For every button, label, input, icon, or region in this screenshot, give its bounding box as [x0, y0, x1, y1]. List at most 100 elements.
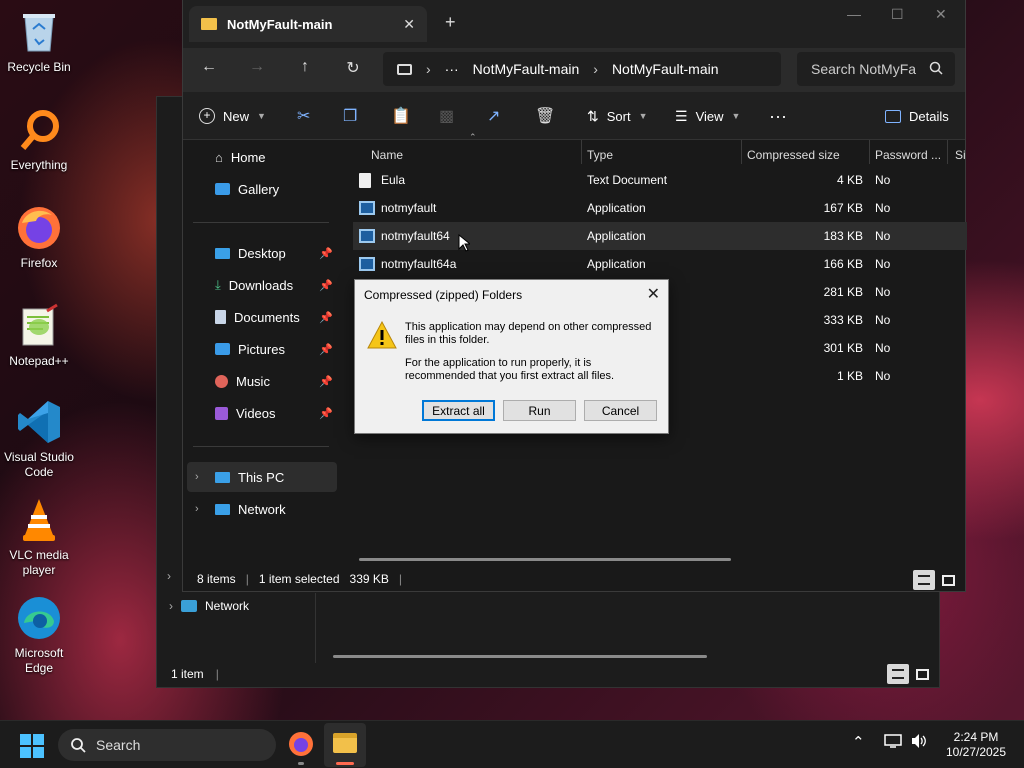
view-icon: ☰ [675, 107, 688, 124]
extract-all-button[interactable]: Extract all [422, 400, 495, 421]
title-bar: NotMyFault-main ✕ + — ☐ ✕ [183, 0, 965, 48]
close-icon[interactable]: ✕ [647, 284, 660, 304]
system-clock[interactable]: 2:24 PM 10/27/2025 [936, 730, 1016, 760]
refresh-button[interactable]: ↻ [339, 58, 367, 78]
desktop-icon-label: Firefox [20, 256, 58, 270]
sidebar-item-home[interactable]: ⌂ Home [195, 142, 337, 172]
taskbar-firefox[interactable] [288, 731, 314, 765]
delete-button[interactable]: 🗑 [535, 92, 555, 140]
tab-notmyfault[interactable]: NotMyFault-main ✕ [189, 6, 427, 42]
close-window-button[interactable]: ✕ [935, 6, 947, 23]
back-horizontal-scrollbar[interactable] [333, 655, 707, 658]
mouse-cursor-icon [458, 233, 472, 255]
firefox-icon [289, 732, 313, 756]
pin-icon: 📌 [319, 279, 333, 292]
start-button[interactable] [20, 734, 44, 761]
search-icon [71, 738, 86, 753]
pin-icon: 📌 [319, 343, 333, 356]
file-password: No [875, 341, 891, 355]
column-divider[interactable] [581, 140, 582, 164]
file-type: Application [587, 257, 646, 271]
share-button[interactable]: ↗ [487, 92, 500, 140]
status-selected: 1 item selected [258, 572, 340, 586]
sidebar-item-downloads[interactable]: ⤓ Downloads 📌 [195, 270, 337, 300]
table-row[interactable]: notmyfault64 Application 183 KB No [353, 222, 967, 250]
copy-button[interactable]: ❐ [343, 92, 357, 140]
network-icon [215, 503, 230, 515]
chevron-down-icon: ▼ [257, 111, 266, 121]
run-button[interactable]: Run [503, 400, 576, 421]
file-name: notmyfault64a [381, 257, 457, 271]
taskbar-file-explorer[interactable] [324, 723, 366, 767]
column-divider[interactable] [869, 140, 870, 164]
sidebar-item-this-pc[interactable]: › This PC [187, 462, 337, 492]
application-icon [359, 201, 375, 215]
desktop-icon-edge[interactable]: Microsoft Edge [4, 594, 74, 676]
details-view-icon[interactable] [913, 570, 935, 590]
network-icon [181, 600, 197, 612]
rename-button[interactable]: ▩ [439, 92, 454, 140]
view-button[interactable]: ☰ View ▼ [675, 92, 740, 140]
table-row[interactable]: notmyfault64a Application 166 KB No [353, 250, 967, 278]
table-row[interactable]: Eula Text Document 4 KB No [353, 166, 967, 194]
desktop-icon-everything[interactable]: Everything [4, 106, 74, 173]
desktop-icon-recycle-bin[interactable]: Recycle Bin [4, 8, 74, 75]
close-tab-icon[interactable]: ✕ [403, 16, 415, 33]
paste-icon: 📋 [391, 108, 411, 125]
details-view-icon[interactable] [887, 664, 909, 684]
back-nav-expand[interactable]: › [167, 569, 171, 583]
application-icon [359, 229, 375, 243]
tiles-view-icon[interactable] [937, 570, 959, 590]
table-row[interactable]: notmyfault Application 167 KB No [353, 194, 967, 222]
cut-button[interactable]: ✂ [297, 92, 310, 140]
sidebar-item-documents[interactable]: Documents 📌 [195, 302, 337, 332]
horizontal-scrollbar[interactable] [359, 558, 731, 561]
paste-button[interactable]: 📋 [391, 92, 411, 140]
more-options-button[interactable]: ··· [769, 92, 787, 140]
sidebar-item-desktop[interactable]: Desktop 📌 [195, 238, 337, 268]
desktop: { "desktop_icons": [ {"label": "Recycle … [0, 0, 1024, 768]
cancel-button[interactable]: Cancel [584, 400, 657, 421]
desktop-icon-firefox[interactable]: Firefox [4, 204, 74, 271]
minimize-button[interactable]: — [847, 6, 861, 22]
forward-button[interactable]: → [243, 58, 271, 76]
chevron-right-icon: › [195, 471, 199, 483]
up-button[interactable]: ↑ [291, 58, 319, 76]
show-hidden-icons-button[interactable]: ⌃ [852, 733, 865, 751]
back-divider [315, 593, 316, 663]
sidebar-item-music[interactable]: Music 📌 [195, 366, 337, 396]
taskbar-search[interactable]: Search [58, 729, 276, 761]
file-size: 281 KB [823, 285, 863, 299]
file-password: No [875, 201, 891, 215]
breadcrumb[interactable]: › ··· NotMyFault-main › NotMyFault-main [383, 52, 781, 86]
sidebar-item-videos[interactable]: Videos 📌 [195, 398, 337, 428]
network-tray-icon[interactable] [884, 733, 902, 753]
desktop-icon-notepadpp[interactable]: Notepad++ [4, 302, 74, 369]
sidebar-item-pictures[interactable]: Pictures 📌 [195, 334, 337, 364]
breadcrumb-overflow[interactable]: ··· [445, 61, 459, 77]
folder-icon [201, 18, 217, 30]
maximize-button[interactable]: ☐ [891, 6, 904, 23]
sidebar-item-network[interactable]: › Network [187, 494, 337, 524]
desktop-icon-label: Microsoft Edge [14, 646, 64, 675]
details-pane-button[interactable]: Details [885, 92, 949, 140]
column-divider[interactable] [947, 140, 948, 164]
column-divider[interactable] [741, 140, 742, 164]
desktop-icon-vlc[interactable]: VLC media player [4, 496, 74, 578]
sort-button[interactable]: ⇅ Sort ▼ [587, 92, 648, 140]
new-tab-button[interactable]: + [445, 12, 456, 33]
volume-icon[interactable] [910, 733, 928, 753]
desktop-icon-vscode[interactable]: Visual Studio Code [4, 398, 74, 480]
back-nav-network[interactable]: › Network [169, 599, 249, 613]
tiles-view-icon[interactable] [911, 664, 933, 684]
dialog-message: For the application to run properly, it … [405, 357, 615, 382]
breadcrumb-item[interactable]: NotMyFault-main [473, 61, 580, 77]
back-button[interactable]: ← [195, 58, 223, 76]
search-input[interactable]: Search NotMyFa [797, 52, 955, 86]
document-icon [215, 310, 226, 324]
sidebar-item-gallery[interactable]: Gallery [195, 174, 337, 204]
breadcrumb-item[interactable]: NotMyFault-main [612, 61, 719, 77]
new-button[interactable]: + New ▼ [199, 92, 266, 140]
trash-icon: 🗑 [535, 108, 556, 125]
new-label: New [223, 108, 250, 124]
